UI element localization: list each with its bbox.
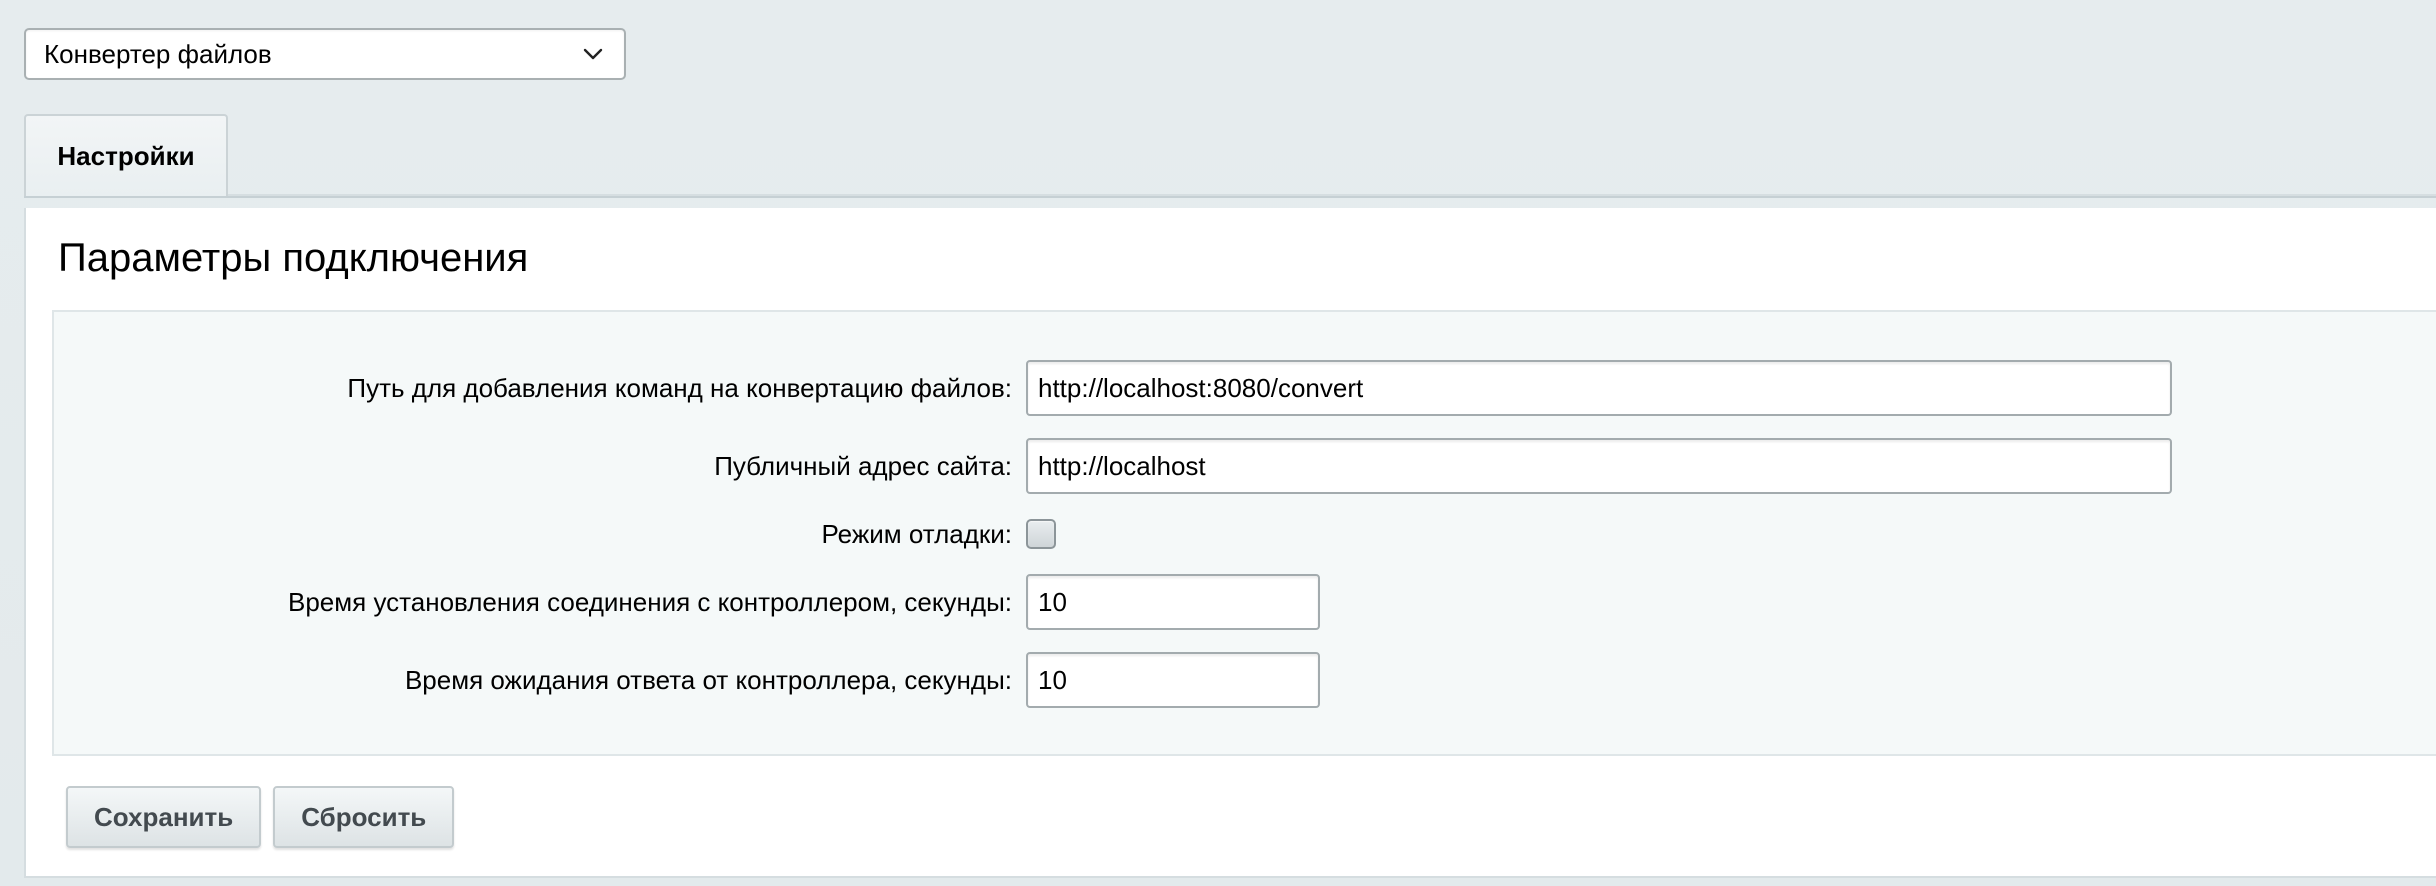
form-row-convert-path: Путь для добавления команд на конвертаци…: [54, 360, 2436, 416]
connect-timeout-label: Время установления соединения с контролл…: [288, 586, 1012, 617]
connection-form: Путь для добавления команд на конвертаци…: [52, 310, 2436, 756]
module-select[interactable]: Конвертер файлов: [24, 28, 626, 80]
convert-path-input[interactable]: [1026, 360, 2172, 416]
convert-path-label: Путь для добавления команд на конвертаци…: [347, 372, 1012, 403]
form-row-public-url: Публичный адрес сайта:: [54, 438, 2436, 494]
form-row-response-timeout: Время ожидания ответа от контроллера, се…: [54, 652, 2436, 708]
public-url-input[interactable]: [1026, 438, 2172, 494]
chevron-down-icon: [580, 41, 606, 67]
tab-bar: Настройки: [24, 114, 2436, 208]
tab-settings[interactable]: Настройки: [24, 114, 228, 196]
response-timeout-label: Время ожидания ответа от контроллера, се…: [404, 664, 1012, 695]
tab-settings-label: Настройки: [57, 140, 195, 171]
public-url-label: Публичный адрес сайта:: [714, 450, 1012, 481]
form-actions: Сохранить Сбросить: [66, 786, 455, 848]
debug-mode-label: Режим отладки:: [821, 518, 1012, 549]
form-row-connect-timeout: Время установления соединения с контролл…: [54, 574, 2436, 630]
module-select-value: Конвертер файлов: [44, 38, 272, 69]
connect-timeout-input[interactable]: [1026, 574, 1320, 630]
tab-divider: [24, 194, 2436, 198]
response-timeout-input[interactable]: [1026, 652, 1320, 708]
reset-button[interactable]: Сбросить: [273, 786, 455, 848]
save-button[interactable]: Сохранить: [66, 786, 262, 848]
debug-mode-checkbox[interactable]: [1026, 519, 1056, 549]
section-title: Параметры подключения: [58, 236, 529, 280]
settings-panel: Параметры подключения Путь для добавлени…: [24, 208, 2436, 878]
form-row-debug-mode: Режим отладки:: [54, 506, 2436, 562]
